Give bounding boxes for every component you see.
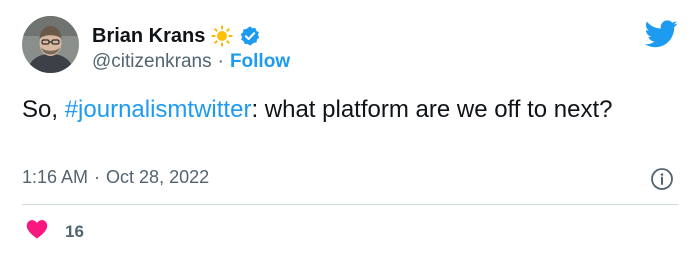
heart-icon[interactable] [26, 219, 48, 244]
verified-badge-icon [239, 25, 261, 47]
tweet-time: 1:16 AM [22, 167, 89, 187]
tweet-date: Oct 28, 2022 [106, 167, 210, 187]
author-name-row: Brian Krans [92, 23, 261, 49]
tweet-text-suffix: : what platform are we off to next? [251, 96, 613, 123]
tweet-card: Brian Krans @citizenkrans · Follow So, #… [0, 0, 700, 257]
like-action[interactable]: 16 [26, 219, 84, 244]
hashtag-link[interactable]: #journalismtwitter [65, 96, 252, 123]
info-icon[interactable] [650, 167, 674, 191]
follow-button[interactable]: Follow [230, 51, 290, 73]
divider [22, 204, 678, 205]
separator-dot: · [217, 51, 224, 72]
author-handle[interactable]: @citizenkrans [92, 51, 212, 73]
like-count: 16 [65, 221, 84, 241]
author-display-name[interactable]: Brian Krans [92, 25, 205, 48]
avatar[interactable] [22, 16, 79, 73]
tweet-text: So, #journalismtwitter: what platform ar… [22, 94, 682, 125]
timestamp-separator: · [94, 167, 101, 187]
sun-icon [211, 25, 233, 47]
author-handle-row: @citizenkrans · Follow [92, 51, 290, 73]
twitter-bird-icon[interactable] [644, 20, 678, 48]
tweet-text-prefix: So, [22, 96, 65, 123]
tweet-timestamp[interactable]: 1:16 AM · Oct 28, 2022 [22, 167, 209, 188]
